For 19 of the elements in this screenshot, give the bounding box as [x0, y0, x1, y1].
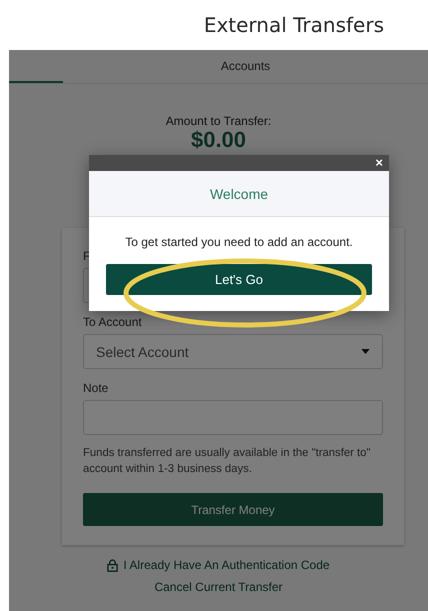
caret-icon: [361, 349, 370, 354]
link[interactable]: I Already Have An Authentication Code: [107, 558, 330, 572]
lets-go-button[interactable]: Let's Go: [106, 264, 372, 295]
tab[interactable]: Accounts: [63, 50, 428, 83]
select-placeholder: Select Account: [96, 344, 189, 360]
dialog-message: To get started you need to add an account.: [125, 235, 353, 249]
lock-icon: [107, 558, 118, 572]
transfer-button[interactable]: Transfer Money: [83, 493, 383, 526]
dialog-title: Welcome: [210, 186, 268, 202]
link[interactable]: Cancel Current Transfer: [154, 580, 283, 594]
note-field[interactable]: [83, 400, 383, 435]
page-title: External Transfers: [204, 13, 384, 37]
account-select[interactable]: Select Account: [83, 334, 383, 369]
info-text: Funds transferred are usually available in the "transfer to" account within 1-3 business days.: [83, 446, 372, 477]
amount-value: $0.00: [190, 128, 246, 152]
close-button[interactable]: ×: [369, 155, 389, 171]
amount-label: Amount to Transfer:: [166, 114, 272, 128]
field-label: To Account: [83, 315, 143, 329]
field-label: Note: [83, 381, 110, 395]
